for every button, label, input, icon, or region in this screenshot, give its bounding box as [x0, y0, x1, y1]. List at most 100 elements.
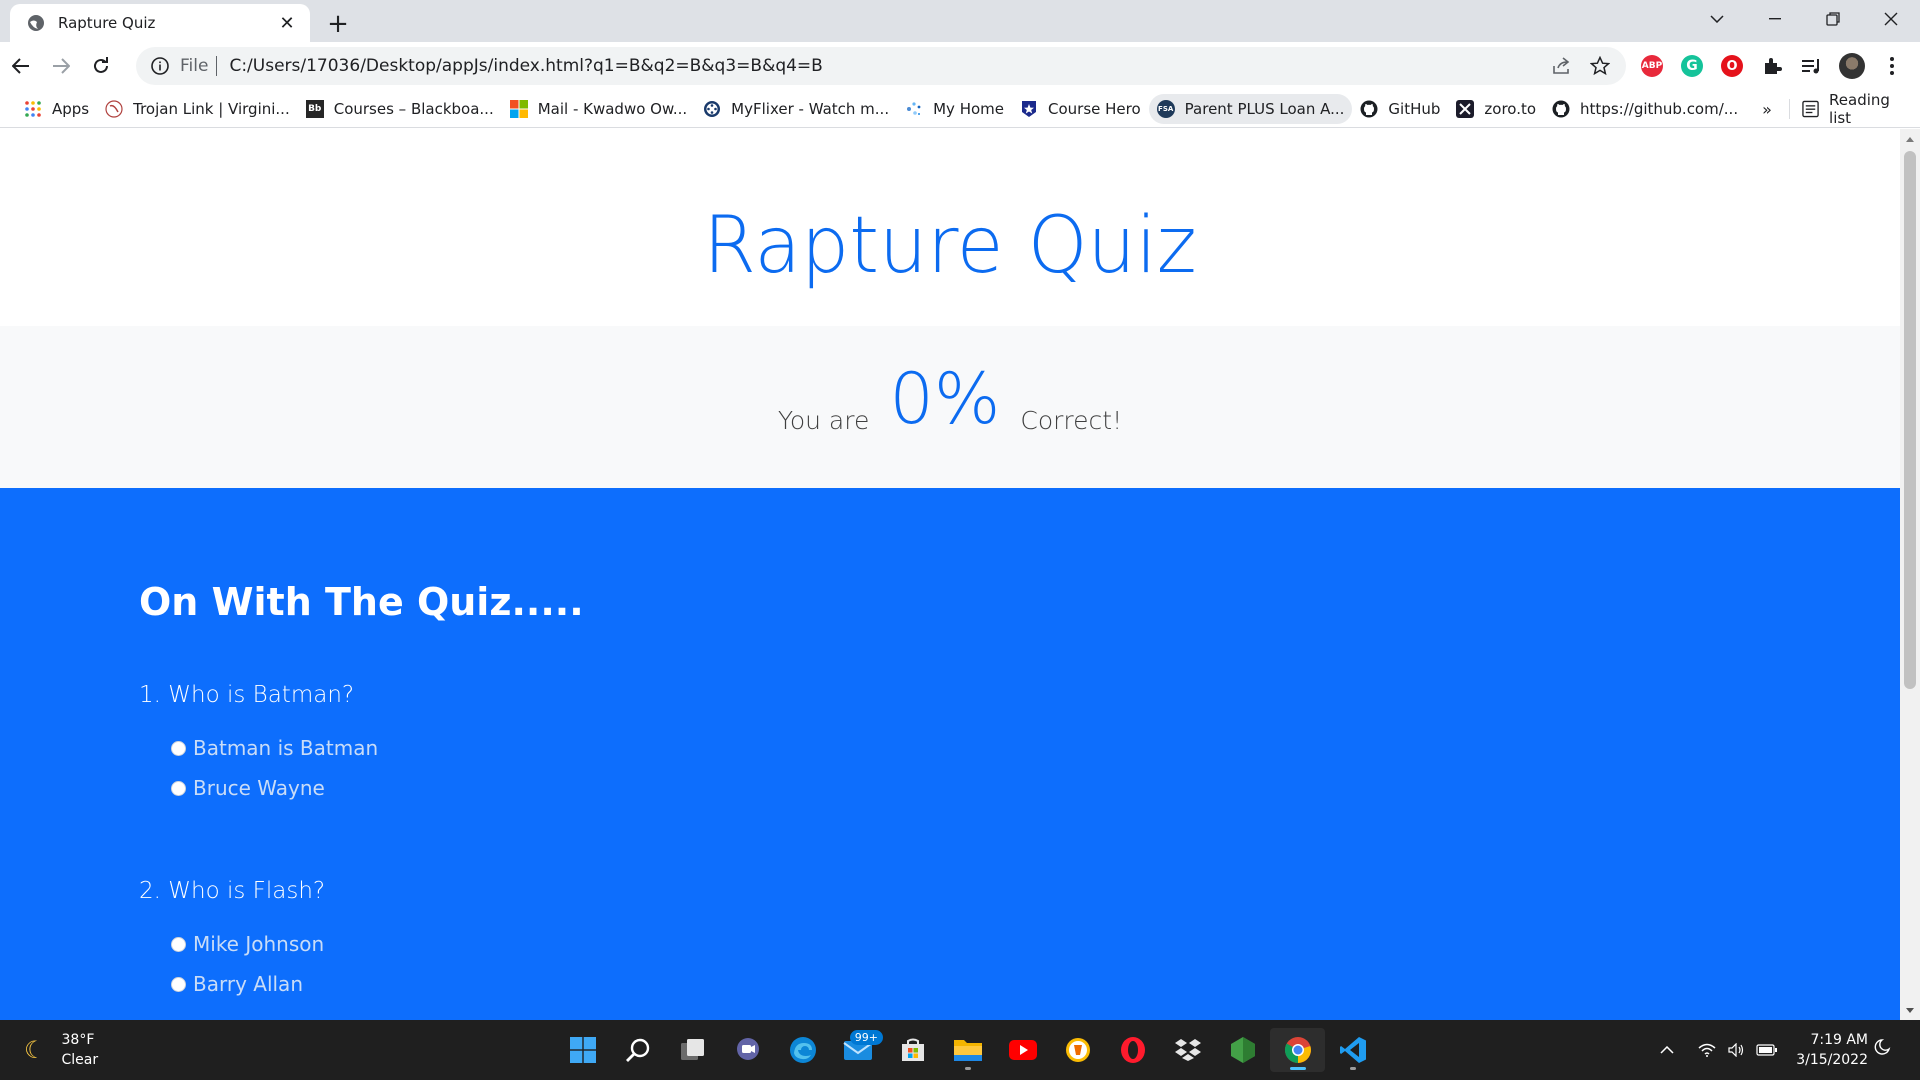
url-text[interactable]: C:/Users/17036/Desktop/appJs/index.html?…: [229, 56, 1540, 76]
weather-widget[interactable]: ☾ 38°F Clear: [24, 1030, 98, 1070]
option-mike-johnson[interactable]: Mike Johnson: [171, 924, 1900, 964]
bookmark-myflixer[interactable]: MyFlixer - Watch m...: [695, 94, 897, 124]
address-bar[interactable]: File C:/Users/17036/Desktop/appJs/index.…: [136, 47, 1626, 85]
tab-title: Rapture Quiz: [58, 14, 156, 32]
option-bruce-wayne[interactable]: Bruce Wayne: [171, 768, 1900, 808]
bookmark-mail[interactable]: Mail - Kwadwo Ow...: [502, 94, 695, 124]
mail-icon[interactable]: 99+: [830, 1028, 885, 1072]
radio-button[interactable]: [171, 976, 186, 992]
radio-button[interactable]: [171, 936, 186, 952]
bookmark-label: Courses – Blackboa...: [333, 99, 494, 118]
windows-taskbar: ☾ 38°F Clear 99+ 7:19 AM 3/15/2022: [0, 1020, 1920, 1080]
minimize-icon[interactable]: [1746, 0, 1804, 38]
restore-icon[interactable]: [1804, 0, 1862, 38]
page-viewport: Rapture Quiz You are 0% Correct! On With…: [0, 129, 1900, 1020]
media-queue-icon[interactable]: [1792, 48, 1832, 84]
adblock-plus-icon[interactable]: ABP: [1632, 48, 1672, 84]
quiz-heading: On With The Quiz.....: [139, 580, 584, 624]
reading-list-label: Reading list: [1829, 91, 1890, 127]
menu-kebab-icon[interactable]: [1872, 48, 1912, 84]
github-icon: [1552, 100, 1570, 118]
bookmark-my-home[interactable]: My Home: [897, 94, 1012, 124]
windows-start-icon[interactable]: [555, 1028, 610, 1072]
new-tab-button[interactable]: +: [322, 8, 354, 40]
opera-browser-icon[interactable]: [1105, 1028, 1160, 1072]
grammarly-icon[interactable]: G: [1672, 48, 1712, 84]
bookmark-github-url[interactable]: https://github.com/...: [1544, 94, 1746, 124]
vscode-icon[interactable]: [1325, 1028, 1380, 1072]
search-icon[interactable]: [610, 1028, 665, 1072]
forward-button[interactable]: [42, 47, 80, 85]
battery-icon[interactable]: [1752, 1035, 1782, 1065]
nodejs-hexagon-icon[interactable]: [1215, 1028, 1270, 1072]
reading-list-icon: [1802, 100, 1819, 118]
youtube-icon[interactable]: [995, 1028, 1050, 1072]
option-batman-is-batman[interactable]: Batman is Batman: [171, 728, 1900, 768]
close-tab-icon[interactable]: ✕: [276, 12, 298, 34]
more-bookmarks-button[interactable]: »: [1752, 94, 1782, 124]
bookmark-zoro[interactable]: zoro.to: [1448, 94, 1544, 124]
option-barry-allan[interactable]: Barry Allan: [171, 964, 1900, 1004]
vertical-scrollbar[interactable]: [1900, 129, 1920, 1020]
bookmark-label: GitHub: [1388, 99, 1441, 118]
volume-icon[interactable]: [1722, 1035, 1752, 1065]
chrome-browser-icon[interactable]: [1270, 1028, 1325, 1072]
scroll-up-arrow-icon[interactable]: [1904, 133, 1916, 145]
browser-toolbar: File C:/Users/17036/Desktop/appJs/index.…: [0, 42, 1920, 90]
tab-search-icon[interactable]: [1688, 0, 1746, 38]
apps-grid-icon: [24, 100, 42, 118]
teams-chat-icon[interactable]: [720, 1028, 775, 1072]
profile-avatar[interactable]: [1832, 48, 1872, 84]
fsa-icon: FSA: [1156, 99, 1175, 118]
info-icon[interactable]: [150, 56, 170, 76]
bookmark-label: https://github.com/...: [1580, 99, 1739, 118]
taskbar-clock[interactable]: 7:19 AM 3/15/2022: [1792, 1030, 1868, 1070]
weather-description: Clear: [61, 1052, 99, 1068]
file-explorer-icon[interactable]: [940, 1028, 995, 1072]
blackboard-icon: Bb: [305, 99, 324, 118]
back-button[interactable]: [2, 47, 40, 85]
arrow-left-icon: [12, 58, 29, 74]
reading-list-button[interactable]: Reading list: [1794, 91, 1920, 127]
mail-badge: 99+: [849, 1030, 883, 1045]
chevron-up-icon[interactable]: [1652, 1035, 1682, 1065]
url-scheme: File: [180, 56, 209, 76]
bookmark-course-hero[interactable]: Course Hero: [1012, 94, 1149, 124]
taskbar-apps: 99+: [555, 1028, 1380, 1072]
reload-button[interactable]: [82, 47, 120, 85]
bookmark-star-icon[interactable]: [1584, 50, 1616, 82]
bookmark-parent-plus-loan[interactable]: FSA Parent PLUS Loan A...: [1148, 93, 1353, 124]
notifications-icon[interactable]: [1872, 1038, 1896, 1062]
result-banner: You are 0% Correct!: [0, 326, 1900, 488]
scrollbar-thumb[interactable]: [1904, 151, 1916, 689]
result-prefix: You are: [777, 405, 870, 435]
bookmark-label: My Home: [933, 99, 1004, 118]
github-icon: [1360, 100, 1378, 118]
system-tray: [1652, 1030, 1782, 1070]
task-view-icon[interactable]: [665, 1028, 720, 1072]
edge-browser-icon[interactable]: [775, 1028, 830, 1072]
puzzle-extensions-icon[interactable]: [1752, 48, 1792, 84]
question-1: 1. Who is Batman? Batman is Batman Bruce…: [139, 682, 1900, 808]
dropbox-icon[interactable]: [1160, 1028, 1215, 1072]
zoro-icon: [1456, 99, 1475, 118]
share-icon[interactable]: [1546, 50, 1578, 82]
page-header: Rapture Quiz: [0, 129, 1900, 326]
radio-button[interactable]: [171, 740, 186, 756]
wifi-icon[interactable]: [1692, 1035, 1722, 1065]
option-label: Batman is Batman: [193, 736, 379, 760]
bookmark-trojan-link[interactable]: Trojan Link | Virgini...: [97, 94, 298, 124]
bookmark-apps[interactable]: Apps: [16, 94, 97, 124]
weather-temperature: 38°F: [61, 1032, 95, 1048]
radio-button[interactable]: [171, 780, 186, 796]
quiz-section: On With The Quiz..... 1. Who is Batman? …: [0, 488, 1900, 1020]
tab-rapture-quiz[interactable]: Rapture Quiz ✕: [10, 4, 310, 42]
close-window-icon[interactable]: [1862, 0, 1920, 38]
bookmark-github[interactable]: GitHub: [1352, 94, 1448, 124]
opera-adblock-icon[interactable]: O: [1712, 48, 1752, 84]
bookmark-blackboard[interactable]: Bb Courses – Blackboa...: [298, 94, 502, 124]
brave-browser-icon[interactable]: [1050, 1028, 1105, 1072]
scroll-down-arrow-icon[interactable]: [1904, 1004, 1916, 1016]
bookmark-label: Mail - Kwadwo Ow...: [537, 99, 688, 118]
microsoft-store-icon[interactable]: [885, 1028, 940, 1072]
